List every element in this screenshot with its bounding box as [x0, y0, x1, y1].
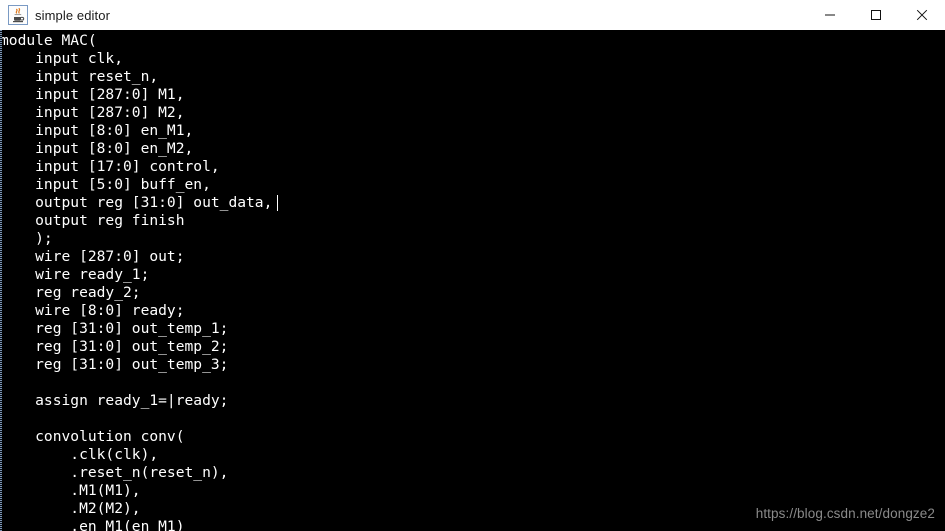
maximize-icon: [871, 10, 881, 20]
close-icon: [916, 9, 928, 21]
code-content[interactable]: module MAC( input clk, input reset_n, in…: [0, 32, 272, 531]
text-caret: [277, 195, 278, 211]
code-editor[interactable]: module MAC( input clk, input reset_n, in…: [0, 30, 945, 531]
watermark-url: https://blog.csdn.net/dongze2: [755, 506, 935, 521]
java-coffee-cup-icon: [8, 5, 28, 25]
window-title: simple editor: [35, 7, 110, 23]
maximize-button[interactable]: [853, 0, 899, 30]
minimize-button[interactable]: [807, 0, 853, 30]
application-window: simple editor module MAC( input clk, inp…: [0, 0, 945, 531]
minimize-icon: [825, 14, 835, 16]
title-bar: simple editor: [0, 0, 945, 30]
close-button[interactable]: [899, 0, 945, 30]
